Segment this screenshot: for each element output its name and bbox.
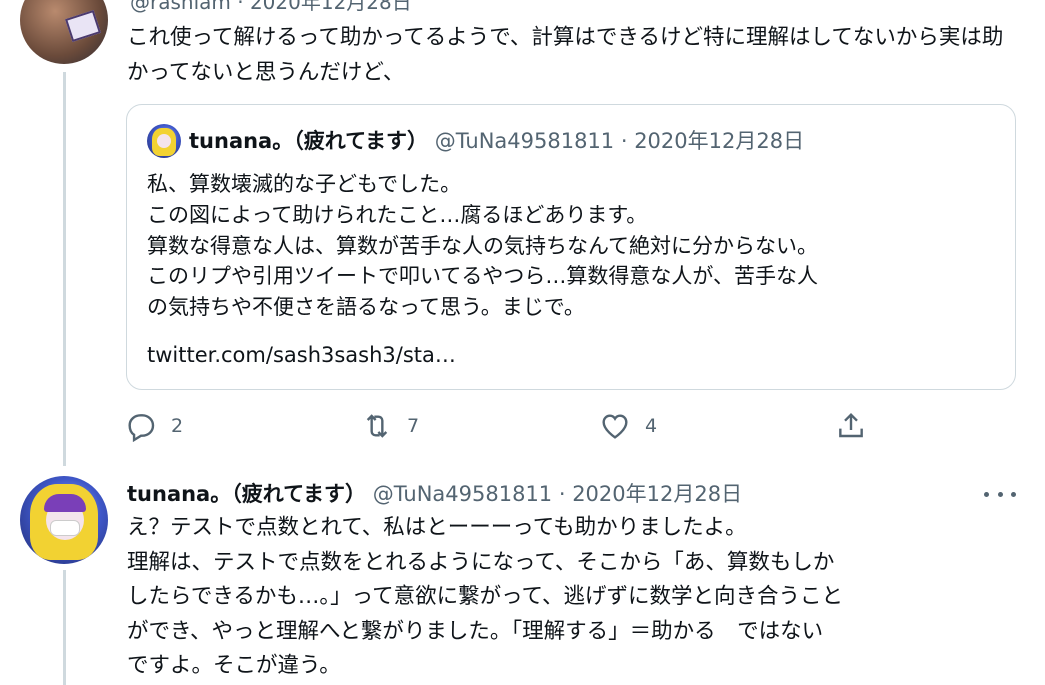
handle-and-date: @TuNa49581811 · 2020年12月28日	[434, 129, 805, 153]
tweet-actions: 2 7 4	[125, 406, 885, 446]
display-name[interactable]: tunana。（疲れてます）	[127, 482, 366, 506]
tweet-header: @rashiam · 2020年12月28日	[130, 0, 412, 14]
text-line: ですよ。そこが違う。	[127, 653, 341, 678]
text-line: この図によって助けられたこと…腐るほどあります。	[147, 202, 648, 227]
reply-button[interactable]: 2	[125, 406, 183, 446]
text-line: の気持ちや不便さを語るなって思う。まじで。	[147, 295, 585, 320]
avatar[interactable]	[20, 476, 108, 564]
retweet-icon	[366, 414, 388, 438]
quoted-link[interactable]: twitter.com/sash3sash3/sta…	[147, 343, 456, 367]
retweet-count: 7	[407, 415, 420, 437]
avatar	[147, 124, 181, 158]
heart-icon	[602, 414, 628, 439]
text-line: したらできるかも…。」って意欲に繋がって、逃げずに数学と向き合うこと	[127, 584, 843, 609]
tweet-text: え？テストで点数とれて、私はとーーーっても助かりましたよ。 理解は、テストで点数…	[127, 511, 1017, 684]
tweet-header: tunana。（疲れてます） @TuNa49581811 · 2020年12月2…	[127, 477, 742, 511]
thread-line	[63, 570, 66, 685]
text-line: え？テストで点数とれて、私はとーーーっても助かりましたよ。	[127, 515, 747, 540]
like-count: 4	[645, 415, 658, 437]
retweet-button[interactable]: 7	[361, 406, 419, 446]
more-icon[interactable]	[984, 482, 1016, 506]
like-button[interactable]: 4	[599, 406, 657, 446]
avatar[interactable]	[20, 0, 108, 64]
tweet-text: これ使って解けるって助かってるようで、計算はできるけど特に理解はしてないから実は…	[127, 25, 1004, 85]
handle-and-date[interactable]: @TuNa49581811 · 2020年12月28日	[373, 482, 742, 506]
text-line: 算数な得意な人は、算数が苦手な人の気持ちなんて絶対に分からない。	[147, 233, 818, 258]
quoted-tweet[interactable]: tunana。（疲れてます） @TuNa49581811 · 2020年12月2…	[126, 104, 1016, 390]
text-line: ができ、やっと理解へと繋がりました。「理解する」＝助かる ではない	[127, 618, 824, 644]
display-name: tunana。（疲れてます）	[189, 129, 429, 153]
text-line: このリプや引用ツイートで叩いてるやつら…算数得意な人が、苦手な人	[147, 264, 818, 289]
share-button[interactable]	[835, 406, 867, 446]
text-line: 私、算数壊滅的な子どもでした。	[147, 172, 462, 196]
share-icon	[839, 412, 863, 438]
reply-icon	[128, 414, 155, 442]
quoted-tweet-text: 私、算数壊滅的な子どもでした。 この図によって助けられたこと…腐るほどあります。…	[147, 169, 1007, 323]
text-line: 理解は、テストで点数をとれるようになって、そこから「あ、算数もしか	[127, 549, 835, 575]
thread-line	[63, 72, 66, 466]
quoted-tweet-header: tunana。（疲れてます） @TuNa49581811 · 2020年12月2…	[189, 124, 804, 158]
reply-count: 2	[171, 415, 184, 437]
